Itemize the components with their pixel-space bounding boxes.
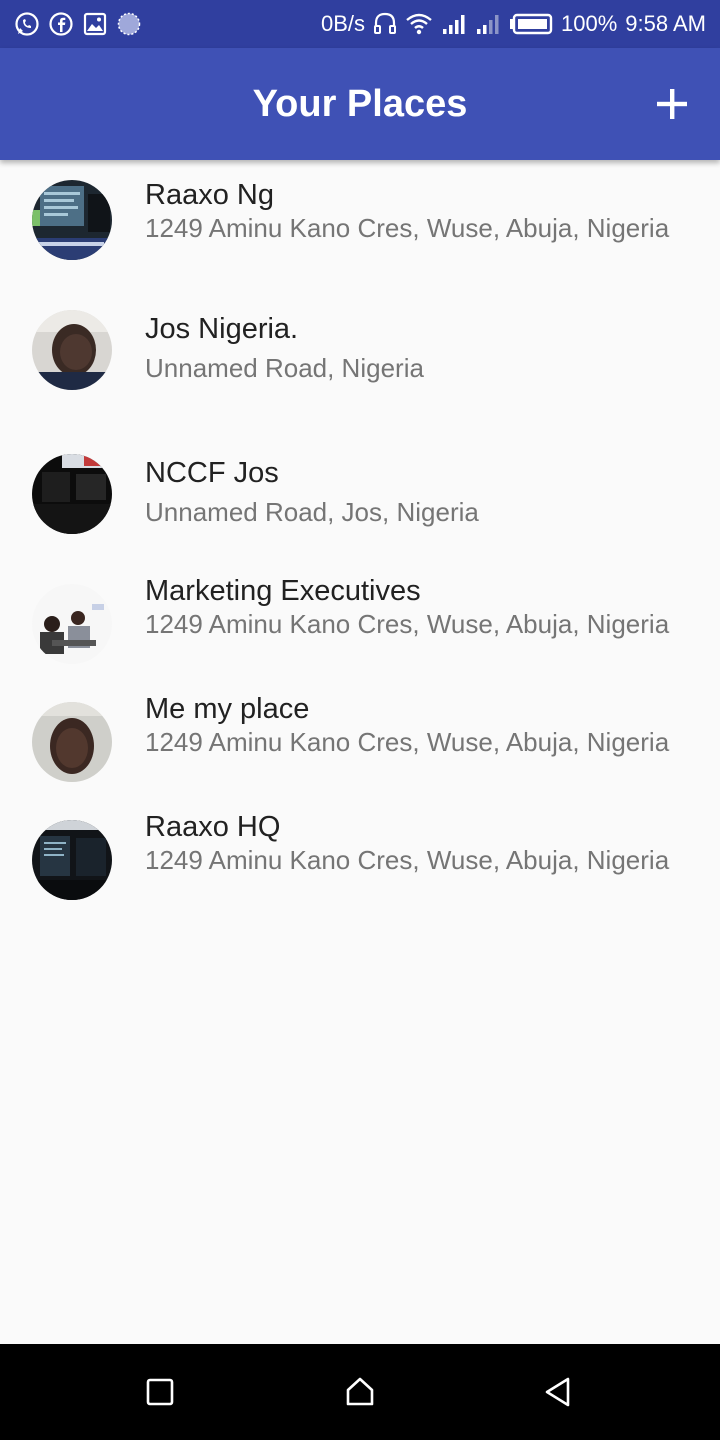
add-place-button[interactable] (644, 76, 700, 132)
home-button[interactable] (336, 1368, 384, 1416)
place-item-me-my-place[interactable]: Me my place 1249 Aminu Kano Cres, Wuse, … (0, 692, 720, 802)
place-thumbnail (32, 820, 112, 900)
facebook-icon (48, 11, 74, 37)
place-address: 1249 Aminu Kano Cres, Wuse, Abuja, Niger… (145, 727, 670, 757)
place-thumbnail (32, 584, 112, 664)
place-thumbnail (32, 454, 112, 534)
signal-weak-icon (475, 11, 501, 37)
clock: 9:58 AM (625, 11, 706, 36)
place-thumbnail (32, 702, 112, 782)
battery-percent: 100% (561, 11, 618, 36)
signal-icon (441, 11, 467, 37)
place-item-raaxo-ng[interactable]: Raaxo Ng 1249 Aminu Kano Cres, Wuse, Abu… (0, 170, 720, 290)
app-bar: Your Places (0, 48, 720, 160)
place-address: Unnamed Road, Jos, Nigeria (145, 497, 479, 527)
place-name: Raaxo HQ (145, 811, 281, 843)
place-address: 1249 Aminu Kano Cres, Wuse, Abuja, Niger… (145, 213, 670, 243)
place-address: 1249 Aminu Kano Cres, Wuse, Abuja, Niger… (145, 845, 670, 875)
plus-icon (657, 89, 687, 119)
back-icon (545, 1377, 570, 1407)
status-bar: 0B/s 100% 9:58 AM (0, 0, 720, 48)
place-item-marketing-executives[interactable]: Marketing Executives 1249 Aminu Kano Cre… (0, 574, 720, 684)
place-address: 1249 Aminu Kano Cres, Wuse, Abuja, Niger… (145, 609, 670, 639)
system-status: 0B/s 100% 9:58 AM (321, 11, 706, 37)
place-name: Jos Nigeria. (145, 313, 299, 345)
place-text: Marketing Executives 1249 Aminu Kano Cre… (145, 574, 680, 640)
notification-icons (14, 11, 142, 37)
whatsapp-icon (14, 11, 40, 37)
place-thumbnail (32, 310, 112, 390)
place-name: NCCF Jos (145, 457, 279, 489)
place-item-nccf-jos[interactable]: NCCF Jos Unnamed Road, Jos, Nigeria (0, 444, 720, 554)
place-thumbnail (32, 180, 112, 260)
headset-icon (373, 11, 397, 37)
place-address: Unnamed Road, Nigeria (145, 353, 424, 383)
page-title: Your Places (252, 83, 468, 125)
place-text: Raaxo Ng 1249 Aminu Kano Cres, Wuse, Abu… (145, 178, 680, 244)
back-button[interactable] (534, 1368, 582, 1416)
place-item-raaxo-hq[interactable]: Raaxo HQ 1249 Aminu Kano Cres, Wuse, Abu… (0, 810, 720, 920)
place-name: Me my place (145, 693, 310, 725)
net-speed: 0B/s (320, 11, 365, 36)
wifi-icon (405, 11, 433, 37)
gallery-icon (82, 11, 108, 37)
battery-icon (509, 11, 553, 37)
place-text: Me my place 1249 Aminu Kano Cres, Wuse, … (145, 692, 680, 758)
recent-apps-button[interactable] (136, 1368, 184, 1416)
place-text: Raaxo HQ 1249 Aminu Kano Cres, Wuse, Abu… (145, 810, 680, 876)
place-text: Jos Nigeria. Unnamed Road, Nigeria (145, 312, 680, 384)
place-text: NCCF Jos Unnamed Road, Jos, Nigeria (145, 456, 680, 528)
recent-apps-icon (146, 1378, 174, 1406)
place-name: Raaxo Ng (145, 179, 274, 211)
navigation-bar (0, 1344, 720, 1440)
sync-icon (116, 11, 142, 37)
home-icon (346, 1377, 374, 1406)
place-name: Marketing Executives (145, 575, 421, 607)
place-item-jos-nigeria[interactable]: Jos Nigeria. Unnamed Road, Nigeria (0, 300, 720, 410)
